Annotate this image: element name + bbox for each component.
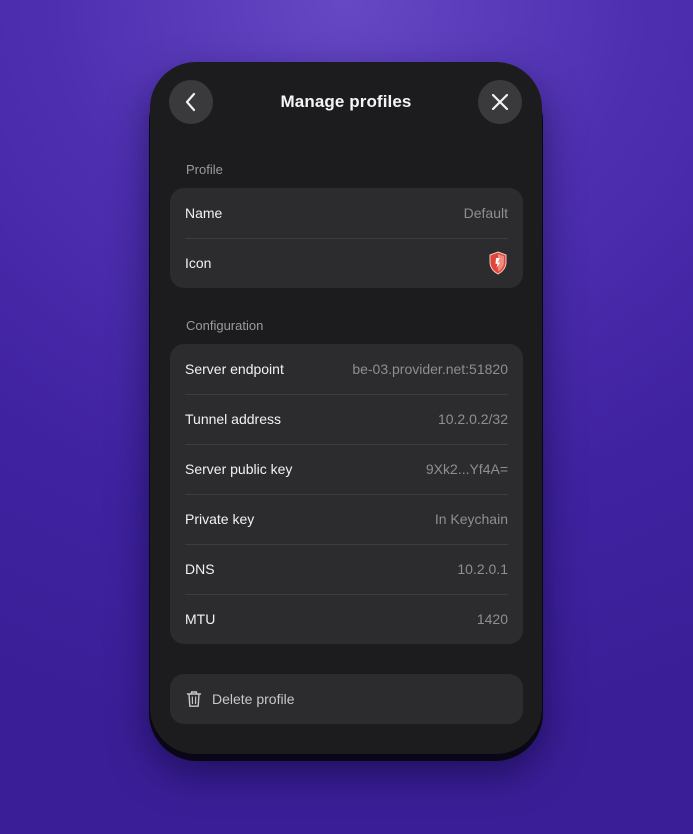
profile-icon-row[interactable]: Icon [170, 238, 523, 288]
profile-group: Name Default Icon [170, 188, 523, 288]
row-label: Private key [185, 511, 255, 527]
tunnel-address-row[interactable]: Tunnel address 10.2.0.2/32 [170, 394, 523, 444]
delete-profile-label: Delete profile [212, 691, 295, 707]
shield-icon [489, 251, 507, 275]
dns-row[interactable]: DNS 10.2.0.1 [170, 544, 523, 594]
row-value: In Keychain [434, 511, 508, 527]
server-endpoint-row[interactable]: Server endpoint be-03.provider.net:51820 [170, 344, 523, 394]
profile-section-label: Profile [186, 162, 223, 177]
row-label: Server public key [185, 461, 293, 477]
delete-profile-button[interactable]: Delete profile [170, 674, 523, 724]
server-public-key-row[interactable]: Server public key 9Xk2...Yf4A= [170, 444, 523, 494]
profile-name-row[interactable]: Name Default [170, 188, 523, 238]
mtu-row[interactable]: MTU 1420 [170, 594, 523, 644]
trash-icon [186, 691, 202, 707]
private-key-row[interactable]: Private key In Keychain [170, 494, 523, 544]
close-icon [491, 93, 509, 111]
row-label: MTU [185, 611, 216, 627]
row-value: 1420 [476, 611, 508, 627]
row-value: 10.2.0.2/32 [437, 411, 508, 427]
row-label: Icon [185, 255, 212, 271]
row-label: Name [185, 205, 223, 221]
row-value: 10.2.0.1 [457, 561, 508, 577]
configuration-group: Server endpoint be-03.provider.net:51820… [170, 344, 523, 644]
row-label: Tunnel address [185, 411, 281, 427]
configuration-section-label: Configuration [186, 318, 264, 333]
row-label: Server endpoint [185, 361, 284, 377]
close-button[interactable] [478, 80, 522, 124]
row-value: be-03.provider.net:51820 [352, 361, 508, 377]
row-label: DNS [185, 561, 215, 577]
manage-profiles-panel: Manage profiles Profile Name Default Ico… [150, 62, 542, 754]
row-value: Default [463, 205, 508, 221]
row-value: 9Xk2...Yf4A= [425, 461, 508, 477]
